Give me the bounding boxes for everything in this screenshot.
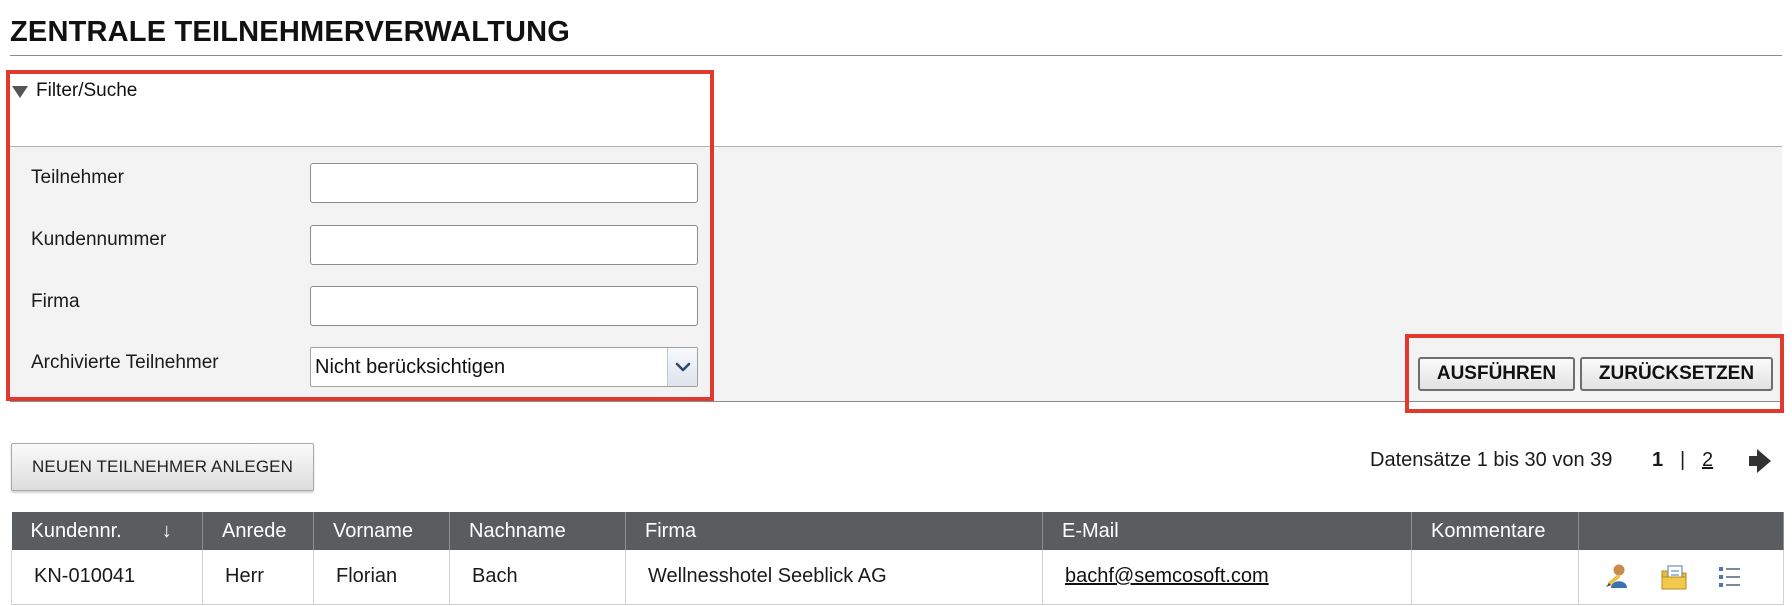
current-page: 1: [1652, 449, 1664, 471]
title-divider: [10, 55, 1782, 56]
table-row[interactable]: KN-010041 Herr Florian Bach Wellnesshote…: [11, 550, 1784, 605]
execute-button[interactable]: AUSFÜHREN: [1418, 357, 1575, 391]
cell-company: Wellnesshotel Seeblick AG: [625, 550, 1043, 605]
filter-toggle-label: Filter/Suche: [36, 80, 138, 101]
archived-participants-label: Archivierte Teilnehmer: [31, 352, 219, 373]
cell-last-name: Bach: [449, 550, 626, 605]
cell-customer-number: KN-010041: [11, 550, 203, 605]
archived-select-value: Nicht berücksichtigen: [315, 355, 506, 378]
column-header-first-name[interactable]: Vorname: [313, 512, 450, 550]
filter-toggle[interactable]: Filter/Suche: [12, 80, 137, 102]
participant-label: Teilnehmer: [31, 167, 124, 188]
new-participant-button[interactable]: NEUEN TEILNEHMER ANLEGEN: [11, 443, 314, 491]
column-header-label: Kundennr.: [30, 519, 122, 542]
column-header-email[interactable]: E-Mail: [1042, 512, 1412, 550]
column-header-last-name[interactable]: Nachname: [449, 512, 626, 550]
page-title: ZENTRALE TEILNEHMERVERWALTUNG: [10, 16, 571, 48]
customer-number-input[interactable]: [310, 225, 698, 265]
column-header-customer-number[interactable]: Kundennr. ↓: [11, 512, 203, 550]
page-separator: |: [1680, 449, 1686, 471]
table-header-row: Kundennr. ↓ Anrede Vorname Nachname Firma…: [11, 512, 1784, 550]
cell-actions: [1578, 550, 1784, 605]
company-label: Firma: [31, 291, 80, 312]
participant-input[interactable]: [310, 163, 698, 203]
documents-icon[interactable]: [1659, 562, 1689, 592]
user-edit-icon[interactable]: [1603, 562, 1633, 592]
column-header-actions: [1578, 512, 1784, 550]
reset-button[interactable]: ZURÜCKSETZEN: [1580, 357, 1773, 391]
participants-table: Kundennr. ↓ Anrede Vorname Nachname Firma…: [11, 512, 1784, 605]
company-input[interactable]: [310, 286, 698, 326]
sort-arrow-down-icon[interactable]: ↓: [162, 520, 172, 542]
customer-number-label: Kundennummer: [31, 229, 167, 250]
page-link-2[interactable]: 2: [1702, 449, 1713, 472]
cell-comments: [1411, 550, 1579, 605]
chevron-down-icon[interactable]: [667, 348, 697, 386]
archived-participants-select[interactable]: Nicht berücksichtigen: [310, 347, 698, 387]
email-link[interactable]: bachf@semcosoft.com: [1065, 565, 1269, 587]
cell-first-name: Florian: [313, 550, 450, 605]
column-header-company[interactable]: Firma: [625, 512, 1043, 550]
column-header-comments[interactable]: Kommentare: [1411, 512, 1579, 550]
records-summary: Datensätze 1 bis 30 von 39: [1370, 449, 1613, 471]
list-icon[interactable]: [1715, 562, 1745, 592]
arrow-right-icon[interactable]: [1749, 449, 1771, 473]
column-header-salutation[interactable]: Anrede: [202, 512, 314, 550]
cell-salutation: Herr: [202, 550, 314, 605]
cell-email: bachf@semcosoft.com: [1042, 550, 1412, 605]
triangle-down-icon: [12, 86, 28, 98]
